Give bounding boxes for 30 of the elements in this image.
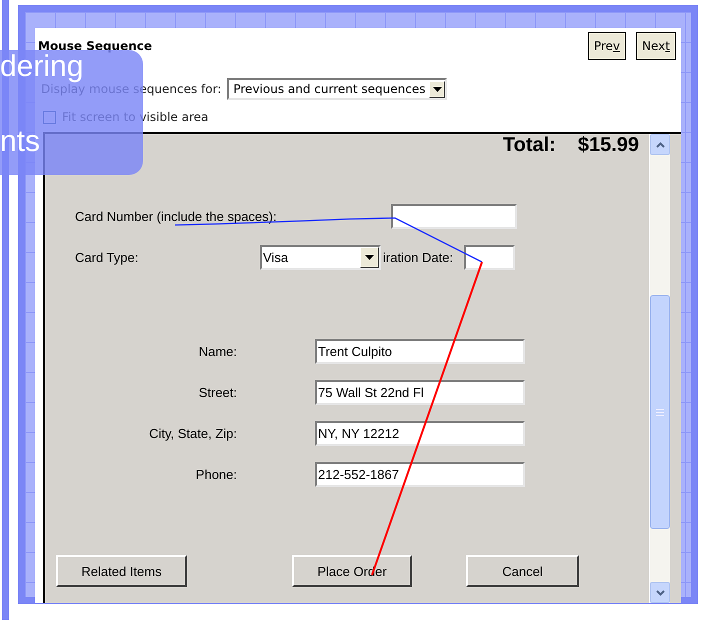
scroll-down-button[interactable] bbox=[650, 582, 670, 603]
field-label: Street: bbox=[198, 385, 237, 400]
total-value: $15.99 bbox=[578, 134, 639, 156]
field-label: Name: bbox=[198, 344, 237, 359]
field-label: City, State, Zip: bbox=[148, 426, 237, 441]
nav-button[interactable]: Next bbox=[636, 32, 676, 60]
expiration-field[interactable] bbox=[464, 245, 515, 270]
text-field[interactable]: 75 Wall St 22nd Fl bbox=[315, 380, 525, 405]
card-number-field[interactable] bbox=[391, 204, 517, 229]
text-field[interactable]: 212-552-1867 bbox=[315, 462, 525, 487]
caption-text: dering bbox=[0, 52, 84, 82]
expiration-label: iration Date: bbox=[382, 250, 454, 265]
caret-down-icon bbox=[656, 590, 664, 596]
caption-text: nts bbox=[0, 127, 40, 157]
sequence-dropdown[interactable]: Previous and current sequences bbox=[227, 78, 448, 100]
scrollbar[interactable] bbox=[649, 134, 670, 603]
text-field[interactable]: NY, NY 12212 bbox=[315, 421, 525, 446]
caret-up-icon bbox=[656, 142, 664, 148]
card-type-dropdown[interactable]: Visa bbox=[260, 245, 381, 270]
total-label: Total: bbox=[502, 134, 556, 156]
card-number-label: Card Number (include the spaces): bbox=[75, 209, 278, 224]
form-button[interactable]: Cancel bbox=[466, 555, 579, 587]
scroll-up-button[interactable] bbox=[650, 134, 670, 155]
field-label: Phone: bbox=[194, 467, 237, 482]
form-button[interactable]: Related Items bbox=[56, 555, 187, 587]
text-field[interactable]: Trent Culpito bbox=[315, 339, 525, 364]
card-type-label: Card Type: bbox=[75, 250, 140, 265]
nav-button[interactable]: Prev bbox=[588, 32, 626, 60]
scroll-thumb[interactable] bbox=[650, 295, 670, 529]
window-title: Mouse Sequence bbox=[38, 39, 152, 53]
